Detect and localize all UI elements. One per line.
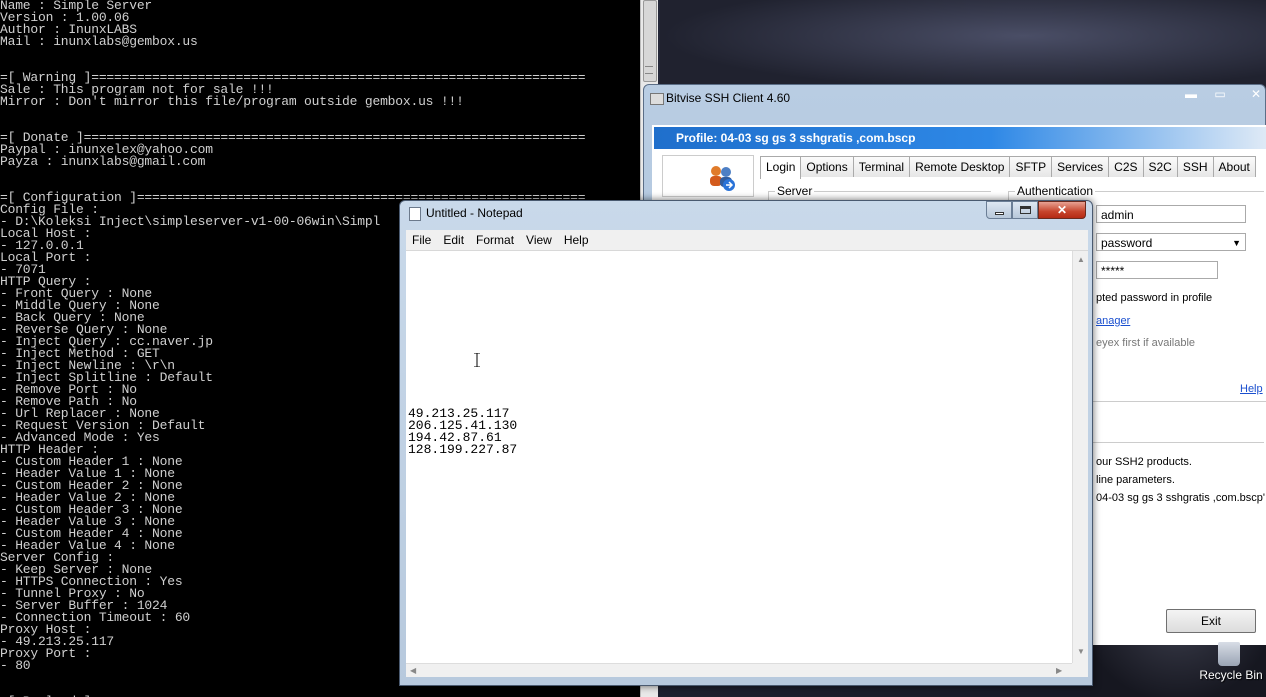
notepad-window[interactable]: Untitled - Notepad ✕ File Edit Format View H… bbox=[399, 200, 1093, 686]
menu-edit[interactable]: Edit bbox=[437, 230, 470, 250]
tab-remote-desktop[interactable]: Remote Desktop bbox=[909, 156, 1011, 177]
tab-login[interactable]: Login bbox=[760, 156, 802, 179]
chevron-down-icon: ▼ bbox=[1232, 238, 1241, 248]
bitvise-app-icon bbox=[650, 93, 664, 105]
scroll-right-icon[interactable]: ▶ bbox=[1056, 666, 1062, 675]
text-line: 128.199.227.87 bbox=[408, 442, 518, 457]
store-password-label: pted password in profile bbox=[1096, 292, 1213, 304]
log-line: line parameters. bbox=[1096, 474, 1175, 486]
notepad-icon bbox=[409, 207, 421, 221]
client-key-manager-link[interactable]: anager bbox=[1096, 315, 1130, 327]
close-button[interactable]: ✕ bbox=[1038, 201, 1086, 219]
tab-services[interactable]: Services bbox=[1051, 156, 1110, 177]
wallpaper-area bbox=[660, 0, 1266, 90]
tab-c2s[interactable]: C2S bbox=[1108, 156, 1144, 177]
log-divider bbox=[1074, 401, 1266, 402]
authentication-group-label: Authentication bbox=[1015, 184, 1096, 198]
menu-view[interactable]: View bbox=[520, 230, 558, 250]
log-line: our SSH2 products. bbox=[1096, 456, 1192, 468]
method-value: password bbox=[1101, 236, 1153, 250]
method-select[interactable]: password ▼ bbox=[1096, 233, 1246, 251]
username-field[interactable]: admin bbox=[1096, 205, 1246, 223]
recycle-bin-label: Recycle Bin bbox=[1199, 668, 1263, 682]
minimize-button[interactable] bbox=[986, 201, 1012, 219]
users-icon bbox=[710, 166, 735, 191]
menu-file[interactable]: File bbox=[406, 230, 437, 250]
bitvise-tab-bar: Login Options Terminal Remote Desktop SFTP Se… bbox=[760, 156, 1256, 179]
tab-ssh[interactable]: SSH bbox=[1176, 156, 1214, 177]
profile-banner: Profile: 04-03 sg gs 3 sshgratis ,com.bs… bbox=[654, 127, 1266, 149]
maximize-icon[interactable]: ▭ bbox=[1208, 85, 1232, 103]
scroll-left-icon[interactable]: ◀ bbox=[410, 666, 416, 675]
password-field[interactable]: ***** bbox=[1096, 261, 1218, 279]
notepad-text-area[interactable]: 49.213.25.117 206.125.41.130 194.42.87.61 1… bbox=[406, 251, 1072, 663]
bitvise-title: Bitvise SSH Client 4.60 bbox=[666, 91, 791, 105]
tab-sftp[interactable]: SFTP bbox=[1009, 156, 1053, 177]
minimize-icon bbox=[995, 212, 1004, 215]
notepad-menubar: File Edit Format View Help bbox=[406, 230, 1088, 251]
menu-format[interactable]: Format bbox=[470, 230, 520, 250]
profile-name: Profile: 04-03 sg gs 3 sshgratis ,com.bs… bbox=[676, 131, 916, 145]
menu-help[interactable]: Help bbox=[558, 230, 595, 250]
server-group-label: Server bbox=[775, 184, 815, 198]
maximize-button[interactable] bbox=[1012, 201, 1038, 219]
size-grip[interactable] bbox=[1072, 663, 1088, 677]
minimize-icon[interactable]: ▬ bbox=[1179, 85, 1203, 103]
grip-icon bbox=[645, 66, 653, 74]
notepad-title: Untitled - Notepad bbox=[426, 206, 523, 220]
scroll-up-icon[interactable]: ▲ bbox=[1077, 255, 1085, 264]
tab-s2c[interactable]: S2C bbox=[1142, 156, 1178, 177]
log-line: 04-03 sg gs 3 sshgratis ,com.bscp'. bbox=[1096, 492, 1266, 504]
maximize-icon bbox=[1020, 206, 1031, 214]
text-cursor-icon bbox=[474, 353, 480, 367]
recycle-bin-icon bbox=[1218, 642, 1240, 666]
tab-about[interactable]: About bbox=[1212, 156, 1256, 177]
tab-terminal[interactable]: Terminal bbox=[852, 156, 911, 177]
notepad-horizontal-scrollbar[interactable]: ◀ ▶ bbox=[406, 663, 1072, 677]
close-icon[interactable]: ✕ bbox=[1244, 85, 1266, 103]
exit-button[interactable]: Exit bbox=[1166, 609, 1256, 633]
scroll-down-icon[interactable]: ▼ bbox=[1077, 647, 1085, 656]
bitvise-side-panel bbox=[662, 155, 754, 197]
tab-options[interactable]: Options bbox=[800, 156, 854, 177]
help-link[interactable]: Help bbox=[1240, 383, 1263, 395]
recycle-bin[interactable]: Recycle Bin bbox=[1196, 640, 1264, 690]
notepad-vertical-scrollbar[interactable]: ▲ ▼ bbox=[1072, 251, 1088, 663]
notepad-content: 49.213.25.117 206.125.41.130 194.42.87.61 1… bbox=[408, 407, 518, 457]
keyex-option-label: eyex first if available bbox=[1096, 337, 1196, 349]
